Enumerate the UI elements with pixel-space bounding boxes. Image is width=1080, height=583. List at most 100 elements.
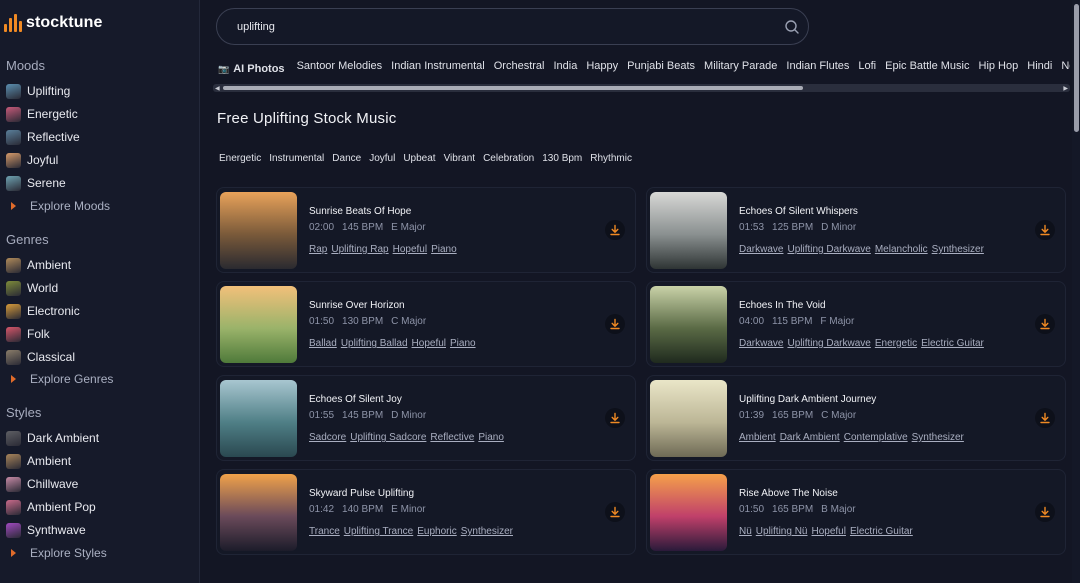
logo[interactable]: stocktune	[4, 14, 102, 32]
download-button[interactable]	[1035, 314, 1055, 334]
category-chip[interactable]: Happy	[586, 60, 618, 78]
track-tag-link[interactable]: Nü	[739, 526, 752, 537]
track-card[interactable]: Sunrise Over Horizon 01:50 130 BPM C Major B…	[216, 281, 636, 367]
scroll-left-icon[interactable]: ◀	[215, 85, 220, 92]
scrollbar-thumb[interactable]	[223, 86, 803, 90]
track-title[interactable]: Echoes Of Silent Joy	[309, 394, 402, 405]
track-tag-link[interactable]: Piano	[478, 432, 504, 443]
tag-link[interactable]: Instrumental	[269, 153, 324, 164]
track-tag-link[interactable]: Electric Guitar	[850, 526, 913, 537]
track-tag-link[interactable]: Uplifting Rap	[331, 244, 388, 255]
download-button[interactable]	[605, 502, 625, 522]
track-artwork[interactable]	[220, 474, 297, 551]
track-card[interactable]: Skyward Pulse Uplifting 01:42 140 BPM E Min…	[216, 469, 636, 555]
track-tag-link[interactable]: Piano	[431, 244, 457, 255]
tag-link[interactable]: 130 Bpm	[542, 153, 582, 164]
track-tag-link[interactable]: Reflective	[430, 432, 474, 443]
sidebar-item-genre[interactable]: Folk	[6, 325, 50, 343]
track-title[interactable]: Echoes Of Silent Whispers	[739, 206, 858, 217]
track-tag-link[interactable]: Melancholic	[875, 244, 928, 255]
track-tag-link[interactable]: Uplifting Darkwave	[787, 338, 870, 349]
category-chip[interactable]: Hindi	[1027, 60, 1052, 78]
track-tag-link[interactable]: Uplifting Darkwave	[787, 244, 870, 255]
category-chip[interactable]: Santoor Melodies	[297, 60, 383, 78]
download-button[interactable]	[605, 220, 625, 240]
download-button[interactable]	[605, 408, 625, 428]
track-tag-link[interactable]: Contemplative	[844, 432, 908, 443]
sidebar-item-genre[interactable]: Ambient	[6, 256, 71, 274]
track-tag-link[interactable]: Hopeful	[412, 338, 446, 349]
track-artwork[interactable]	[220, 286, 297, 363]
track-tag-link[interactable]: Synthesizer	[912, 432, 964, 443]
search-icon[interactable]	[784, 19, 800, 35]
track-tag-link[interactable]: Euphoric	[417, 526, 456, 537]
category-chip[interactable]: Indian Instrumental	[391, 60, 485, 78]
category-chip[interactable]: Indian Flutes	[786, 60, 849, 78]
tag-link[interactable]: Celebration	[483, 153, 534, 164]
search-input[interactable]	[237, 18, 757, 36]
track-tag-link[interactable]: Darkwave	[739, 338, 783, 349]
sidebar-item-mood[interactable]: Serene	[6, 174, 66, 192]
track-card[interactable]: Uplifting Dark Ambient Journey 01:39 165 B…	[646, 375, 1066, 461]
track-tag-link[interactable]: Ambient	[739, 432, 776, 443]
sidebar-item-mood[interactable]: Energetic	[6, 105, 78, 123]
category-chip[interactable]: Military Parade	[704, 60, 777, 78]
track-artwork[interactable]	[650, 380, 727, 457]
track-artwork[interactable]	[220, 380, 297, 457]
chips-scrollbar[interactable]: ◀ ▶	[213, 84, 1070, 92]
track-tag-link[interactable]: Uplifting Nü	[756, 526, 808, 537]
track-title[interactable]: Skyward Pulse Uplifting	[309, 488, 414, 499]
track-tag-link[interactable]: Synthesizer	[461, 526, 513, 537]
sidebar-item-mood[interactable]: Joyful	[6, 151, 58, 169]
track-tag-link[interactable]: Ballad	[309, 338, 337, 349]
track-title[interactable]: Sunrise Over Horizon	[309, 300, 405, 311]
category-chip[interactable]: Orchestral	[494, 60, 545, 78]
category-chip[interactable]: India	[553, 60, 577, 78]
track-tag-link[interactable]: Uplifting Ballad	[341, 338, 408, 349]
track-card[interactable]: Sunrise Beats Of Hope 02:00 145 BPM E Major…	[216, 187, 636, 273]
tag-link[interactable]: Joyful	[369, 153, 395, 164]
tag-link[interactable]: Energetic	[219, 153, 261, 164]
tag-link[interactable]: Dance	[332, 153, 361, 164]
search-bar[interactable]	[216, 8, 809, 45]
track-card[interactable]: Rise Above The Noise 01:50 165 BPM B Major N…	[646, 469, 1066, 555]
track-title[interactable]: Rise Above The Noise	[739, 488, 838, 499]
track-artwork[interactable]	[650, 286, 727, 363]
tag-link[interactable]: Vibrant	[444, 153, 476, 164]
sidebar-item-genre[interactable]: World	[6, 279, 58, 297]
sidebar-item-mood[interactable]: Uplifting	[6, 82, 70, 100]
download-button[interactable]	[1035, 408, 1055, 428]
track-tag-link[interactable]: Trance	[309, 526, 340, 537]
download-button[interactable]	[605, 314, 625, 334]
category-chip[interactable]: Epic Battle Music	[885, 60, 969, 78]
category-chip[interactable]: Punjabi Beats	[627, 60, 695, 78]
sidebar-item-style[interactable]: Ambient Pop	[6, 498, 96, 516]
download-button[interactable]	[1035, 502, 1055, 522]
track-title[interactable]: Sunrise Beats Of Hope	[309, 206, 411, 217]
track-artwork[interactable]	[220, 192, 297, 269]
sidebar-item-style[interactable]: Synthwave	[6, 521, 86, 539]
track-tag-link[interactable]: Synthesizer	[932, 244, 984, 255]
track-title[interactable]: Uplifting Dark Ambient Journey	[739, 394, 876, 405]
explore-moods-link[interactable]: Explore Moods	[6, 197, 110, 215]
track-tag-link[interactable]: Uplifting Trance	[344, 526, 413, 537]
track-tag-link[interactable]: Piano	[450, 338, 476, 349]
track-artwork[interactable]	[650, 474, 727, 551]
sidebar-item-style[interactable]: Dark Ambient	[6, 429, 99, 447]
page-scrollbar-thumb[interactable]	[1074, 4, 1079, 132]
scroll-right-icon[interactable]: ▶	[1063, 85, 1068, 92]
download-button[interactable]	[1035, 220, 1055, 240]
track-tag-link[interactable]: Uplifting Sadcore	[350, 432, 426, 443]
sidebar-item-genre[interactable]: Classical	[6, 348, 75, 366]
track-card[interactable]: Echoes In The Void 04:00 115 BPM F Major Dar…	[646, 281, 1066, 367]
tag-link[interactable]: Upbeat	[403, 153, 435, 164]
track-card[interactable]: Echoes Of Silent Joy 01:55 145 BPM D Minor S…	[216, 375, 636, 461]
track-tag-link[interactable]: Hopeful	[812, 526, 846, 537]
sidebar-item-genre[interactable]: Electronic	[6, 302, 80, 320]
category-chip[interactable]: Lofi	[858, 60, 876, 78]
track-tag-link[interactable]: Dark Ambient	[780, 432, 840, 443]
track-tag-link[interactable]: Electric Guitar	[921, 338, 984, 349]
track-title[interactable]: Echoes In The Void	[739, 300, 826, 311]
track-tag-link[interactable]: Energetic	[875, 338, 917, 349]
track-artwork[interactable]	[650, 192, 727, 269]
